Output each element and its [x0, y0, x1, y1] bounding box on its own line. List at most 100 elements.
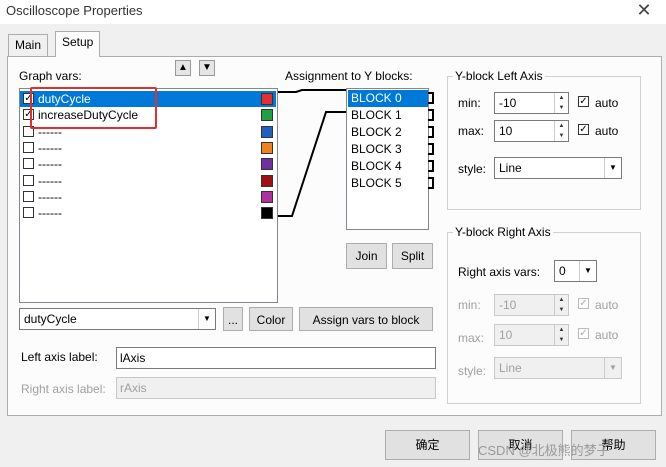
graph-var-name: ------	[38, 157, 62, 172]
spin-up-icon[interactable]: ▲	[555, 121, 568, 131]
right-style-label: style:	[458, 364, 487, 378]
assignment-label: Assignment to Y blocks:	[285, 69, 413, 83]
split-button[interactable]: Split	[392, 243, 433, 269]
y-block-item[interactable]: BLOCK 3	[348, 141, 428, 158]
graph-var-row[interactable]: ------	[20, 205, 276, 221]
graph-var-checkbox[interactable]	[23, 158, 34, 170]
y-blocks-list[interactable]: BLOCK 0 BLOCK 1 BLOCK 2 BLOCK 3 BLOCK 4 BLOCK…	[346, 88, 429, 230]
graph-var-row[interactable]: ------	[20, 173, 276, 189]
block-bracket	[428, 126, 434, 138]
left-max-auto-label: auto	[595, 124, 619, 138]
left-max-label: max:	[458, 124, 485, 138]
window-title: Oscilloscope Properties	[6, 3, 143, 18]
chevron-down-icon[interactable]: ▼	[579, 261, 596, 281]
spin-down-icon[interactable]: ▼	[555, 103, 568, 113]
left-axis-label-input[interactable]: lAxis	[116, 347, 436, 369]
right-max-label: max:	[458, 331, 485, 345]
graph-var-color-swatch	[261, 93, 273, 105]
right-axis-label-value: rAxis	[120, 381, 147, 395]
graph-var-color-swatch	[261, 141, 273, 154]
right-max-auto-label: auto	[595, 328, 619, 342]
graph-var-color-swatch	[261, 158, 273, 171]
right-style-select: Line ▼	[494, 357, 622, 379]
left-min-auto-label: auto	[595, 96, 619, 110]
close-icon[interactable]: ✕	[624, 0, 664, 22]
right-max-value: 10	[499, 328, 513, 342]
spin-down-icon: ▼	[558, 337, 565, 343]
ok-button[interactable]: 确定	[385, 430, 470, 460]
left-axis-group-title: Y-block Left Axis	[453, 69, 545, 83]
browse-button[interactable]: ...	[223, 307, 243, 331]
chevron-down-icon[interactable]: ▼	[604, 158, 621, 178]
var-select-combo[interactable]: dutyCycle ▼	[19, 308, 216, 330]
right-vars-value: 0	[559, 264, 566, 278]
graph-var-checkbox[interactable]	[23, 207, 34, 219]
graph-var-row[interactable]: ------	[20, 189, 276, 205]
left-min-auto-checkbox[interactable]: ✓	[578, 96, 589, 107]
graph-var-checkbox[interactable]	[23, 174, 34, 186]
right-min-stepper: -10 ▲ ▼	[494, 294, 569, 316]
graph-var-checkbox[interactable]	[23, 190, 34, 202]
graph-var-checkbox[interactable]	[23, 141, 34, 153]
y-block-item[interactable]: BLOCK 4	[348, 158, 428, 175]
graph-var-name: ------	[38, 140, 62, 155]
left-min-label: min:	[458, 96, 481, 110]
y-block-item[interactable]: BLOCK 2	[348, 124, 428, 141]
graph-var-color-swatch	[261, 174, 273, 187]
left-style-label: style:	[458, 162, 487, 176]
left-axis-label-caption: Left axis label:	[21, 350, 98, 364]
right-vars-label: Right axis vars:	[458, 265, 541, 279]
var-select-value: dutyCycle	[24, 312, 77, 326]
right-vars-select[interactable]: 0 ▼	[554, 260, 597, 282]
chevron-down-icon[interactable]: ▼	[198, 309, 215, 329]
block-bracket	[428, 92, 434, 104]
graph-var-name: ------	[38, 189, 62, 204]
spin-down-icon[interactable]: ▼	[555, 131, 568, 141]
y-block-item[interactable]: BLOCK 5	[348, 175, 428, 192]
left-style-select[interactable]: Line ▼	[494, 157, 622, 179]
block-bracket	[428, 177, 434, 189]
spin-down-icon: ▼	[558, 307, 565, 313]
right-min-label: min:	[458, 298, 481, 312]
right-min-auto-label: auto	[595, 298, 619, 312]
right-min-value: -10	[499, 298, 517, 312]
join-button[interactable]: Join	[346, 243, 387, 269]
move-down-icon[interactable]: ▼	[199, 60, 215, 76]
block-brackets	[428, 92, 440, 192]
y-block-item[interactable]: BLOCK 1	[348, 107, 428, 124]
right-axis-label-caption: Right axis label:	[21, 382, 106, 396]
watermark-text: CSDN @北极熊的梦子	[478, 443, 610, 458]
graph-var-row[interactable]: ------	[20, 156, 276, 172]
graph-var-name: ------	[38, 206, 62, 221]
left-min-stepper[interactable]: -10 ▲ ▼	[494, 92, 569, 114]
tab-main[interactable]: Main	[8, 34, 49, 56]
right-max-auto-checkbox: ✓	[578, 328, 589, 339]
right-style-value: Line	[499, 361, 522, 375]
graph-vars-label: Graph vars:	[19, 69, 82, 83]
spin-up-icon: ▲	[558, 327, 565, 333]
left-style-value: Line	[499, 161, 522, 175]
assign-vars-button[interactable]: Assign vars to block	[299, 307, 433, 331]
right-axis-group-title: Y-block Right Axis	[453, 225, 553, 239]
right-min-auto-checkbox: ✓	[578, 298, 589, 309]
right-max-stepper: 10 ▲ ▼	[494, 324, 569, 346]
spin-up-icon[interactable]: ▲	[555, 93, 568, 103]
graph-var-color-swatch	[261, 190, 273, 203]
block-bracket	[428, 109, 434, 121]
left-max-stepper[interactable]: 10 ▲ ▼	[494, 120, 569, 142]
left-max-value: 10	[499, 124, 513, 138]
highlight-box	[30, 87, 157, 129]
tab-setup[interactable]: Setup	[55, 31, 101, 57]
y-block-item[interactable]: BLOCK 0	[348, 90, 428, 107]
graph-var-color-swatch	[261, 207, 273, 220]
graph-var-row[interactable]: ------	[20, 140, 276, 156]
graph-var-color-swatch	[261, 109, 273, 122]
color-button[interactable]: Color	[249, 307, 293, 331]
left-max-auto-checkbox[interactable]: ✓	[578, 124, 589, 135]
left-axis-label-value: lAxis	[120, 351, 146, 365]
block-bracket	[428, 143, 434, 155]
spin-up-icon: ▲	[558, 297, 565, 303]
block-bracket	[428, 160, 434, 172]
move-up-icon[interactable]: ▲	[175, 60, 191, 76]
left-min-value: -10	[499, 96, 517, 110]
